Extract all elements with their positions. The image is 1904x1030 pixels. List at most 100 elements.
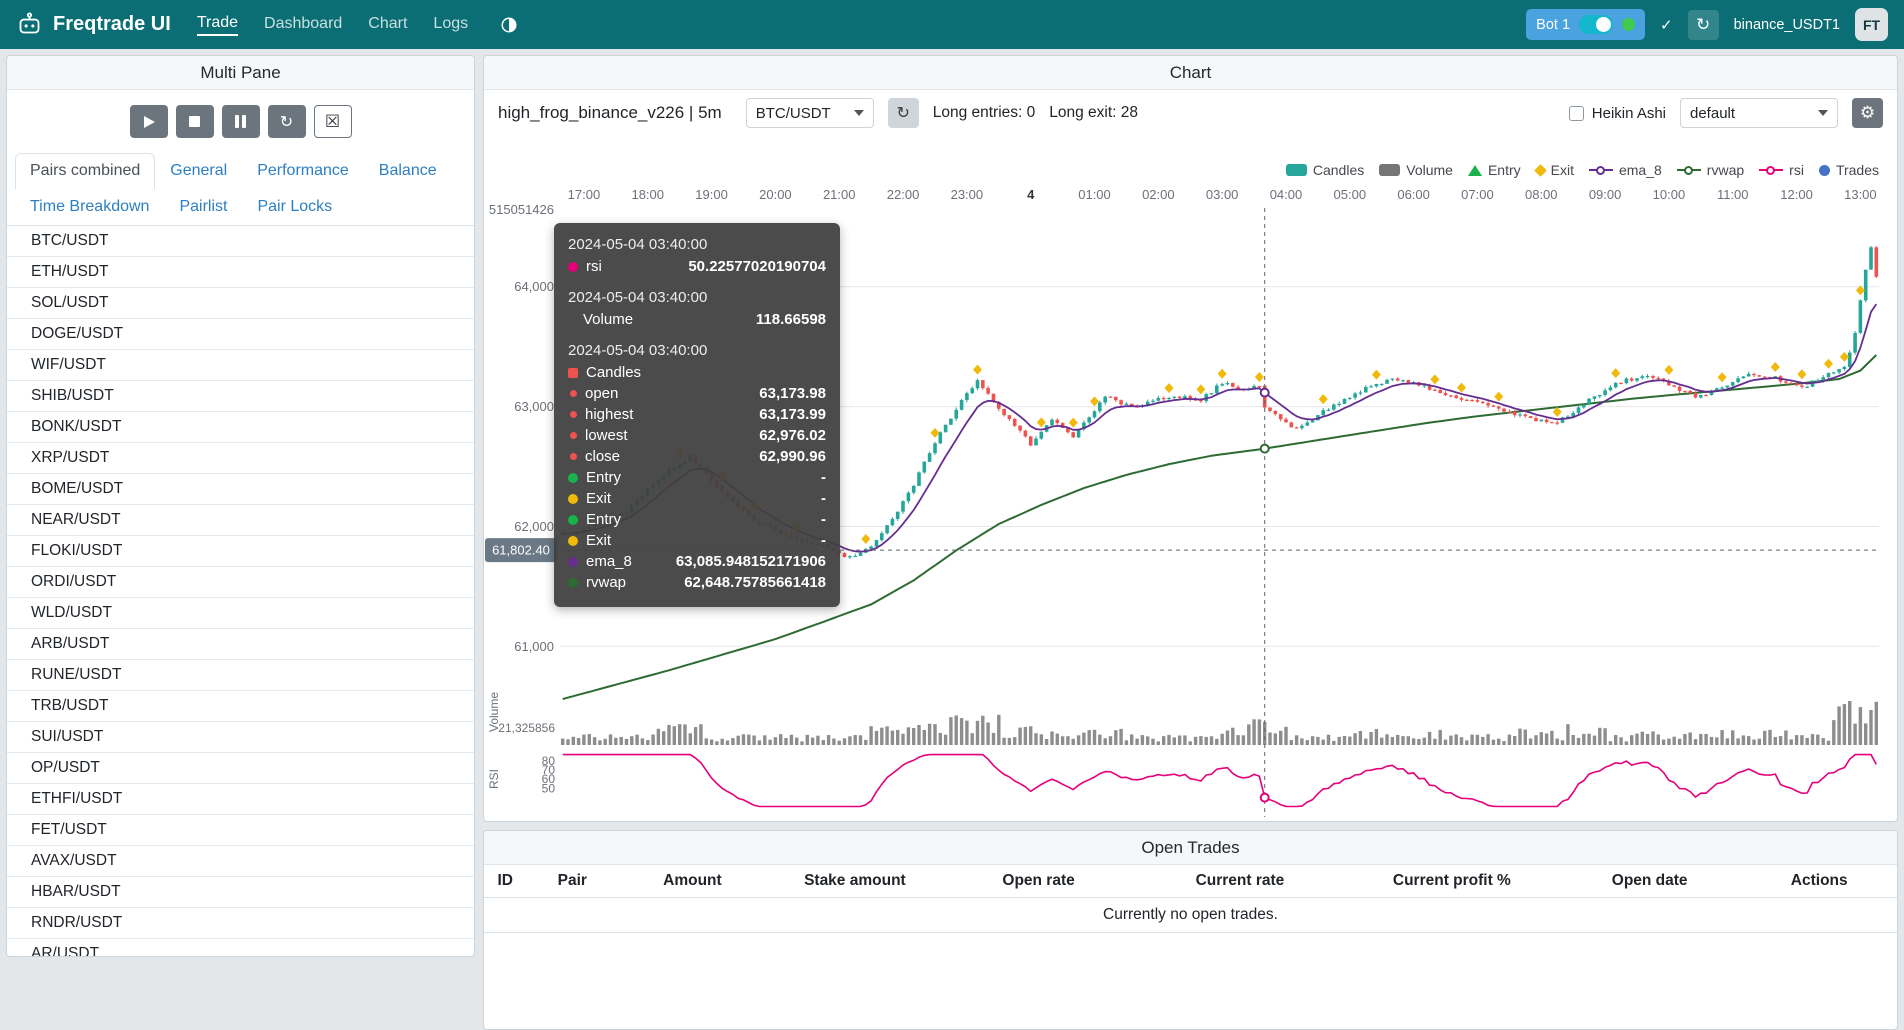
plot-settings-button[interactable]: ⚙ [1852,98,1883,128]
reload-bot-button[interactable]: ↻ [1688,10,1719,40]
pair-select[interactable]: BTC/USDT [746,98,874,128]
start-bot-button[interactable] [130,105,168,138]
force-exit-button[interactable]: ☒ [314,105,352,138]
pair-row-trb-usdt[interactable]: TRB/USDT [7,691,474,722]
series-marker-icon [568,368,578,378]
legend-item-entry[interactable]: Entry [1468,162,1521,178]
tooltip-series-value: 118.66598 [736,311,826,328]
legend-item-ema-8[interactable]: ema_8 [1589,162,1662,178]
chart-toolbar: high_frog_binance_v226 | 5m BTC/USDT ↻ L… [484,90,1897,132]
exit-diamond-icon [1090,396,1099,406]
legend-item-trades[interactable]: Trades [1819,162,1879,178]
pair-row-sui-usdt[interactable]: SUI/USDT [7,722,474,753]
legend-item-exit[interactable]: Exit [1536,162,1574,178]
tab-balance[interactable]: Balance [364,153,452,189]
theme-toggle-icon[interactable] [500,16,518,34]
bot-online-dot [1622,18,1635,31]
pair-row-rune-usdt[interactable]: RUNE/USDT [7,660,474,691]
legend-item-candles[interactable]: Candles [1286,162,1364,178]
nav-item-trade[interactable]: Trade [197,14,238,36]
pair-row-sol-usdt[interactable]: SOL/USDT [7,288,474,319]
tooltip-row: Exit - [568,490,826,507]
refresh-chart-button[interactable]: ↻ [888,98,919,128]
series-marker-icon [570,390,577,397]
plot-config-select[interactable]: default [1680,98,1838,128]
tooltip-row: Entry - [568,511,826,528]
bot-toggle[interactable] [1579,15,1613,34]
tab-pair-locks[interactable]: Pair Locks [242,189,347,225]
reload-config-button[interactable]: ↻ [268,105,306,138]
pair-row-wld-usdt[interactable]: WLD/USDT [7,598,474,629]
pair-row-doge-usdt[interactable]: DOGE/USDT [7,319,474,350]
tooltip-series-value: - [801,511,826,528]
nav-item-dashboard[interactable]: Dashboard [264,15,342,35]
chart-tooltip: 2024-05-04 03:40:00 rsi 50.2257702019070… [554,223,840,607]
exit-diamond-icon [1534,164,1547,177]
tooltip-row: Candles [568,364,826,381]
pair-row-floki-usdt[interactable]: FLOKI/USDT [7,536,474,567]
x-axis-label: 23:00 [951,187,984,202]
pair-row-shib-usdt[interactable]: SHIB/USDT [7,381,474,412]
heikin-ashi-checkbox[interactable] [1569,106,1584,121]
tooltip-series-value: - [801,490,826,507]
x-axis-label: 07:00 [1461,187,1494,202]
tab-general[interactable]: General [155,153,242,189]
series-marker-icon [568,515,578,525]
stop-bot-button[interactable] [176,105,214,138]
pair-row-hbar-usdt[interactable]: HBAR/USDT [7,877,474,908]
column-header-id: ID [484,872,526,890]
pause-bot-button[interactable] [222,105,260,138]
pair-row-arb-usdt[interactable]: ARB/USDT [7,629,474,660]
tab-performance[interactable]: Performance [242,153,364,189]
tooltip-series-value: 62,976.02 [739,427,826,444]
legend-item-rsi[interactable]: rsi [1759,162,1804,178]
x-axis-label: 13:00 [1844,187,1877,202]
pair-row-ordi-usdt[interactable]: ORDI/USDT [7,567,474,598]
exit-diamond-icon [1457,383,1466,393]
x-axis-label: 01:00 [1078,187,1111,202]
pair-row-eth-usdt[interactable]: ETH/USDT [7,257,474,288]
pair-row-near-usdt[interactable]: NEAR/USDT [7,505,474,536]
legend-rect-icon [1286,164,1307,176]
pair-row-fet-usdt[interactable]: FET/USDT [7,815,474,846]
exit-diamond-icon [1164,383,1173,393]
bot-selector[interactable]: Bot 1 [1526,9,1645,40]
tab-time-breakdown[interactable]: Time Breakdown [15,189,164,225]
tooltip-series-label: Entry [586,511,621,528]
legend-item-volume[interactable]: Volume [1379,162,1453,178]
legend-item-rvwap[interactable]: rvwap [1677,162,1744,178]
column-header-pair: Pair [526,872,618,890]
open-trades-title: Open Trades [484,831,1897,865]
tooltip-row: rsi 50.22577020190704 [568,258,826,275]
pair-row-bonk-usdt[interactable]: BONK/USDT [7,412,474,443]
nav-item-logs[interactable]: Logs [433,15,468,35]
pair-row-ar-usdt[interactable]: AR/USDT [7,939,474,957]
column-header-open-rate: Open rate [943,872,1134,890]
x-axis-label: 17:00 [568,187,601,202]
exit-diamond-icon [1372,370,1381,380]
tooltip-row: highest 63,173.99 [568,406,826,423]
pair-row-wif-usdt[interactable]: WIF/USDT [7,350,474,381]
tooltip-timestamp: 2024-05-04 03:40:00 [568,236,826,253]
tooltip-series-value: 63,085.948152171906 [656,553,826,570]
exit-diamond-icon [1611,368,1620,378]
exit-diamond-icon [1037,417,1046,427]
y-axis-label: 62,000 [514,519,554,534]
tab-pairs-combined[interactable]: Pairs combined [15,153,155,190]
pair-row-op-usdt[interactable]: OP/USDT [7,753,474,784]
pair-row-avax-usdt[interactable]: AVAX/USDT [7,846,474,877]
tab-pairlist[interactable]: Pairlist [164,189,242,225]
pair-row-ethfi-usdt[interactable]: ETHFI/USDT [7,784,474,815]
heikin-ashi-toggle[interactable]: Heikin Ashi [1569,105,1666,122]
y-axis-top-label: 515051426 [489,202,554,217]
pair-row-btc-usdt[interactable]: BTC/USDT [7,226,474,257]
pair-row-rndr-usdt[interactable]: RNDR/USDT [7,908,474,939]
avatar[interactable]: FT [1855,8,1888,41]
legend-circle-icon [1819,165,1830,176]
tooltip-series-label: highest [585,406,633,423]
legend-line-icon [1589,164,1613,177]
nav-item-chart[interactable]: Chart [368,15,407,35]
pair-row-xrp-usdt[interactable]: XRP/USDT [7,443,474,474]
column-header-current-rate: Current rate [1134,872,1346,890]
pair-row-bome-usdt[interactable]: BOME/USDT [7,474,474,505]
